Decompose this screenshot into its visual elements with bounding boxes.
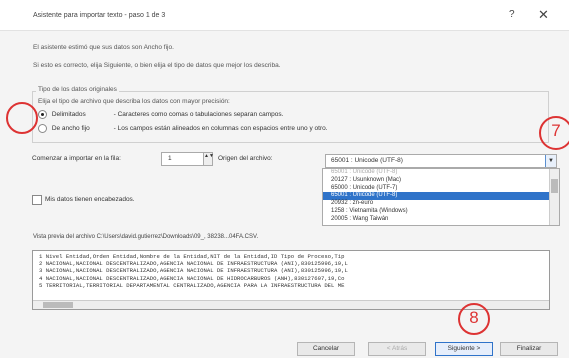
close-icon[interactable]: ✕ <box>538 7 549 23</box>
list-item[interactable]: 20127 : Usunknown (Mac) <box>323 177 559 185</box>
chevron-down-icon[interactable]: ▼ <box>545 155 556 167</box>
help-icon[interactable]: ? <box>509 9 515 20</box>
file-preview-area[interactable]: 1 Nivel Entidad,Orden Entidad,Nombre de … <box>32 250 550 310</box>
preview-line: 4 NACIONAL,NACIONAL DESCENTRALIZADO,AGEN… <box>39 274 345 282</box>
file-origin-dropdown-list[interactable]: 65001 : Unicode (UTF-8) 20127 : Usunknow… <box>322 168 560 226</box>
back-button[interactable]: < Atrás <box>368 342 426 356</box>
data-type-section-label: Tipo de los datos originales <box>36 86 119 93</box>
radio-delimited[interactable]: Delimitados - Caracteres como comas o ta… <box>38 110 283 119</box>
file-origin-selected-value[interactable]: 65001 : Unicode (UTF-8) <box>331 157 403 164</box>
window-title: Asistente para importar texto - paso 1 d… <box>33 12 166 19</box>
preview-label: Vista previa del archivo C:\Users\david.… <box>33 234 259 240</box>
file-origin-select[interactable]: 65001 : Unicode (UTF-8) ▼ <box>325 154 557 168</box>
annotation-circle-8: 8 <box>458 303 490 335</box>
next-button[interactable]: Siguiente > <box>435 342 493 356</box>
preview-line: 5 TERRITORIAL,TERRITORIAL DEPARTAMENTAL … <box>39 281 345 289</box>
dropdown-scroll-thumb[interactable] <box>551 179 558 193</box>
radio-delimited-indicator[interactable] <box>38 110 47 119</box>
data-type-prompt: Elija el tipo de archivo que describa lo… <box>38 98 230 105</box>
preview-line: 1 Nivel Entidad,Orden Entidad,Nombre de … <box>39 253 345 260</box>
radio-fixed-width[interactable]: De ancho fijo - Los campos están alinead… <box>38 124 328 133</box>
intro-line-2: Si esto es correcto, elija Siguiente, o … <box>33 62 281 69</box>
start-row-spinner[interactable]: 1 ▲▼ <box>161 152 214 166</box>
start-row-value[interactable]: 1 <box>168 155 172 162</box>
preview-line: 3 NACIONAL,NACIONAL DESCENTRALIZADO,AGEN… <box>39 267 348 275</box>
annotation-circle-7: 7 <box>539 116 569 150</box>
preview-line: 2 NACIONAL,NACIONAL DESCENTRALIZADO,AGEN… <box>39 260 348 268</box>
intro-line-1: El asistente estimó que sus datos son An… <box>33 44 174 51</box>
radio-fixed-width-indicator[interactable] <box>38 124 47 133</box>
title-bar: Asistente para importar texto - paso 1 d… <box>0 0 569 31</box>
cancel-button[interactable]: Cancelar <box>297 342 355 356</box>
import-text-wizard-dialog: Asistente para importar texto - paso 1 d… <box>0 0 569 358</box>
list-item[interactable]: 20005 : Wang Taiwán <box>323 216 559 224</box>
start-row-label: Comenzar a importar en la fila: <box>32 155 121 162</box>
preview-scroll-thumb[interactable] <box>43 302 73 308</box>
file-origin-label: Origen del archivo: <box>218 155 273 162</box>
radio-fixed-width-description: - Los campos están alineados en columnas… <box>113 125 328 133</box>
dropdown-scrollbar[interactable] <box>549 169 559 225</box>
finish-button[interactable]: Finalizar <box>500 342 558 356</box>
radio-delimited-description: - Caracteres como comas o tabulaciones s… <box>113 111 284 119</box>
headers-checkbox-label: Mis datos tienen encabezados. <box>45 196 135 203</box>
spinner-arrows-icon[interactable]: ▲▼ <box>203 153 214 165</box>
radio-delimited-label: Delimitados <box>51 111 86 119</box>
list-item[interactable]: 65000 : Unicode (UTF-7) <box>323 185 559 193</box>
list-item[interactable]: 20932 : zn-euro <box>323 200 559 208</box>
list-item[interactable]: 1258 : Vietnamita (Windows) <box>323 208 559 216</box>
headers-checkbox[interactable] <box>32 195 42 205</box>
radio-fixed-width-label: De ancho fijo <box>51 125 90 133</box>
list-item-selected[interactable]: 65001 : Unicode (UTF-8) <box>323 192 559 201</box>
annotation-circle-6: 6 <box>6 102 38 134</box>
list-item[interactable]: 65001 : Unicode (UTF-8) <box>323 169 559 177</box>
